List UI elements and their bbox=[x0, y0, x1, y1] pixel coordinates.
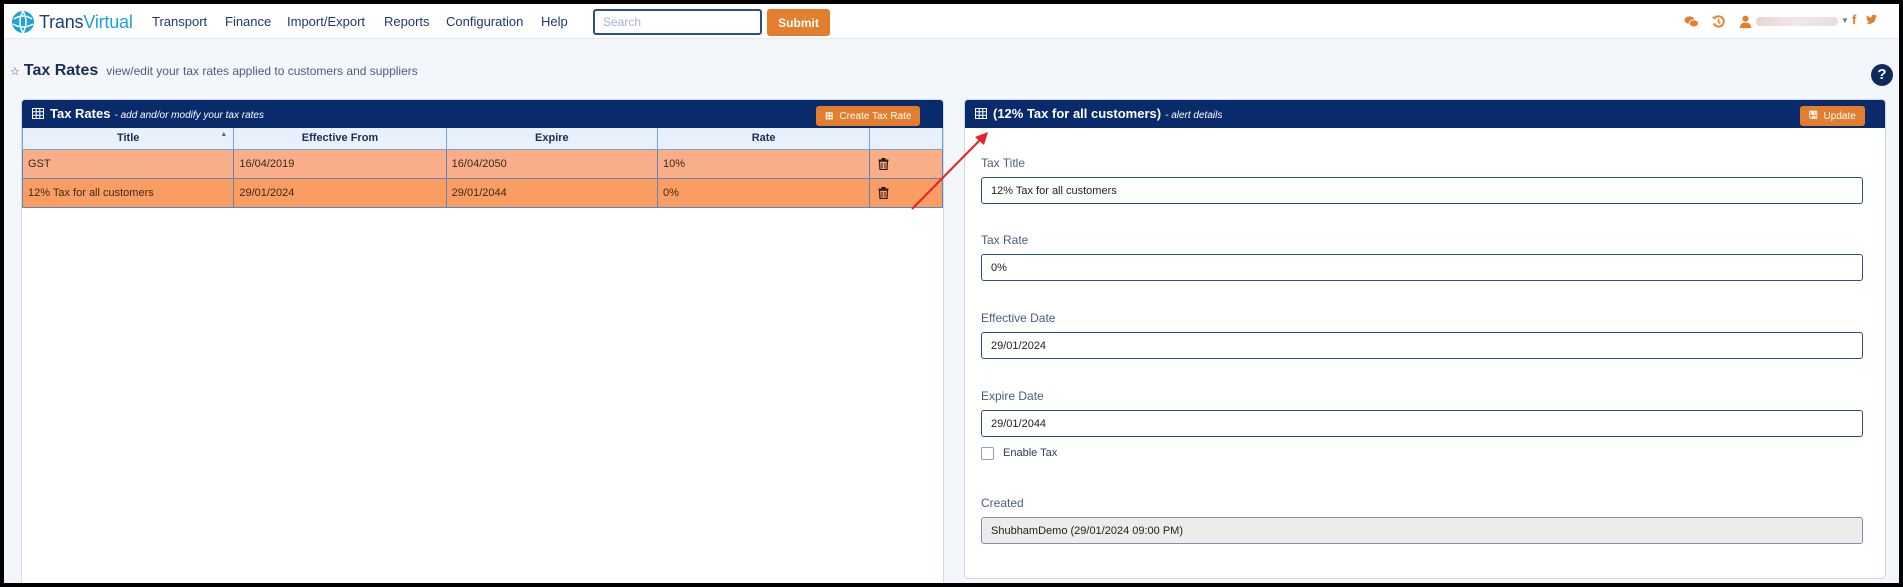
submit-button[interactable]: Submit bbox=[767, 9, 830, 36]
effective-date-input[interactable] bbox=[981, 332, 1863, 359]
brand-logo[interactable]: TransVirtual bbox=[10, 8, 133, 36]
chevron-down-icon[interactable]: ▼ bbox=[1841, 16, 1849, 25]
created-field bbox=[981, 517, 1863, 544]
nav-import-export[interactable]: Import/Export bbox=[287, 14, 365, 29]
cell-actions bbox=[869, 148, 943, 179]
trash-icon[interactable] bbox=[878, 157, 889, 170]
tax-detail-panel-title: (12% Tax for all customers) - alert detai… bbox=[993, 106, 1223, 121]
table-row-selected[interactable]: 12% Tax for all customers 29/01/2024 29/… bbox=[22, 177, 943, 208]
cell-title[interactable]: 12% Tax for all customers bbox=[22, 177, 235, 208]
cell-actions bbox=[869, 177, 943, 208]
expire-date-input[interactable] bbox=[981, 410, 1863, 437]
nav-finance[interactable]: Finance bbox=[225, 14, 271, 29]
top-navbar: TransVirtual Transport Finance Import/Ex… bbox=[4, 4, 1899, 39]
user-icon[interactable] bbox=[1738, 14, 1753, 29]
nav-configuration[interactable]: Configuration bbox=[446, 14, 523, 29]
tax-rates-table: Title ▲ Effective From Expire Rate GST 16… bbox=[22, 128, 943, 208]
star-icon[interactable]: ☆ bbox=[10, 65, 20, 78]
nav-transport[interactable]: Transport bbox=[152, 14, 207, 29]
history-icon[interactable] bbox=[1711, 14, 1726, 29]
cell-effective-from[interactable]: 29/01/2024 bbox=[233, 177, 447, 208]
table-icon bbox=[975, 108, 987, 119]
tax-title-label: Tax Title bbox=[981, 156, 1026, 170]
chat-icon[interactable] bbox=[1684, 14, 1699, 29]
create-tax-rate-button[interactable]: ⊞ Create Tax Rate bbox=[816, 106, 921, 126]
tax-rates-panel-title: Tax Rates - add and/or modify your tax ra… bbox=[50, 106, 264, 121]
table-row[interactable]: GST 16/04/2019 16/04/2050 10% bbox=[22, 148, 943, 179]
search-input[interactable] bbox=[593, 9, 762, 35]
trash-icon[interactable] bbox=[878, 186, 889, 199]
cell-rate[interactable]: 10% bbox=[657, 148, 871, 179]
page-title: Tax Rates bbox=[23, 62, 99, 79]
twitter-icon[interactable] bbox=[1865, 13, 1878, 26]
expire-date-label: Expire Date bbox=[981, 389, 1044, 403]
tax-title-input[interactable] bbox=[981, 177, 1863, 204]
column-header-effective-from[interactable]: Effective From bbox=[233, 128, 447, 150]
facebook-icon[interactable]: f bbox=[1852, 12, 1856, 27]
effective-date-label: Effective Date bbox=[981, 311, 1056, 325]
cell-effective-from[interactable]: 16/04/2019 bbox=[233, 148, 447, 179]
tax-rate-input[interactable] bbox=[981, 254, 1863, 281]
cell-rate[interactable]: 0% bbox=[657, 177, 871, 208]
save-icon: 🖫 bbox=[1809, 109, 1818, 121]
created-label: Created bbox=[981, 496, 1024, 510]
brand-name: TransVirtual bbox=[39, 11, 133, 32]
update-button[interactable]: 🖫 Update bbox=[1800, 106, 1865, 126]
cell-expire[interactable]: 29/01/2044 bbox=[445, 177, 659, 208]
enable-tax-label[interactable]: Enable Tax bbox=[1003, 447, 1057, 459]
tax-rates-panel-header: Tax Rates - add and/or modify your tax ra… bbox=[22, 100, 943, 128]
page-subtitle: view/edit your tax rates applied to cust… bbox=[106, 64, 418, 78]
page-header: ☆ Tax Rates view/edit your tax rates app… bbox=[10, 62, 418, 80]
globe-logo-icon bbox=[12, 10, 34, 34]
tax-rate-label: Tax Rate bbox=[981, 233, 1029, 247]
tax-detail-panel: (12% Tax for all customers) - alert detai… bbox=[964, 99, 1886, 579]
column-header-title[interactable]: Title ▲ bbox=[22, 128, 235, 150]
help-icon[interactable]: ? bbox=[1871, 64, 1893, 86]
table-header-row: Title ▲ Effective From Expire Rate bbox=[22, 128, 943, 150]
cell-title[interactable]: GST bbox=[22, 148, 235, 179]
tax-rates-panel: Tax Rates - add and/or modify your tax ra… bbox=[21, 99, 944, 583]
tax-detail-panel-header: (12% Tax for all customers) - alert detai… bbox=[965, 100, 1885, 128]
enable-tax-checkbox[interactable] bbox=[981, 447, 994, 460]
column-header-actions bbox=[869, 128, 943, 150]
cell-expire[interactable]: 16/04/2050 bbox=[445, 148, 659, 179]
plus-square-icon: ⊞ bbox=[825, 110, 834, 122]
user-name-redacted[interactable] bbox=[1756, 17, 1838, 26]
column-header-expire[interactable]: Expire bbox=[445, 128, 659, 150]
nav-help[interactable]: Help bbox=[541, 14, 568, 29]
sort-up-icon[interactable]: ▲ bbox=[220, 131, 227, 138]
table-icon bbox=[32, 108, 44, 119]
column-header-rate[interactable]: Rate bbox=[657, 128, 871, 150]
app-window: TransVirtual Transport Finance Import/Ex… bbox=[4, 4, 1899, 583]
nav-reports[interactable]: Reports bbox=[384, 14, 430, 29]
